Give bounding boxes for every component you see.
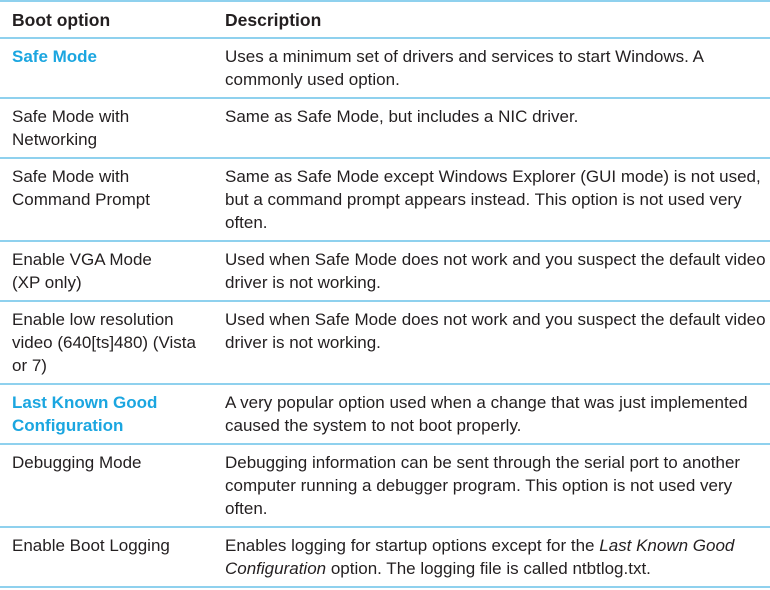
boot-option-safe-mode-command-prompt: Safe Mode with Command Prompt: [12, 167, 150, 209]
boot-option-enable-boot-logging: Enable Boot Logging: [12, 536, 170, 555]
column-header-boot-option: Boot option: [12, 10, 111, 30]
boot-options-table: Boot option Description Safe Mode Uses a…: [0, 0, 770, 588]
description-cell: Same as Safe Mode, but includes a NIC dr…: [225, 107, 579, 126]
description-cell: Enables logging for startup options exce…: [213, 528, 770, 586]
table-row: Safe Mode with Command Prompt Same as Sa…: [0, 159, 770, 242]
table-row: Safe Mode Uses a minimum set of drivers …: [0, 39, 770, 99]
description-cell: Uses a minimum set of drivers and servic…: [225, 47, 704, 89]
boot-option-enable-low-resolution-video: Enable low resolution video (640[ts]480)…: [12, 310, 196, 375]
table-row: Last Known Good Configuration A very pop…: [0, 385, 770, 445]
description-cell: Used when Safe Mode does not work and yo…: [225, 310, 766, 352]
table-row: Enable low resolution video (640[ts]480)…: [0, 302, 770, 385]
description-cell: Used when Safe Mode does not work and yo…: [225, 250, 766, 292]
table-header: Boot option Description: [0, 0, 770, 39]
description-cell: Same as Safe Mode except Windows Explore…: [225, 167, 761, 232]
boot-option-last-known-good-configuration: Last Known Good Configuration: [12, 393, 158, 435]
column-header-description: Description: [225, 10, 322, 30]
description-cell: Debugging information can be sent throug…: [225, 453, 741, 518]
table-row: Safe Mode with Networking Same as Safe M…: [0, 99, 770, 159]
table-row: Enable VGA Mode (XP only) Used when Safe…: [0, 242, 770, 302]
table-row: Enable Boot Logging Enables logging for …: [0, 528, 770, 588]
description-cell: A very popular option used when a change…: [225, 393, 748, 435]
boot-option-enable-vga-mode: Enable VGA Mode (XP only): [12, 250, 152, 292]
table-row: Debugging Mode Debugging information can…: [0, 445, 770, 528]
boot-option-safe-mode: Safe Mode: [12, 47, 98, 66]
description-text-end: option. The logging file is called ntbtl…: [326, 559, 651, 578]
boot-option-safe-mode-networking: Safe Mode with Networking: [12, 107, 130, 149]
description-text-start: Enables logging for startup options exce…: [225, 536, 600, 555]
boot-option-debugging-mode: Debugging Mode: [12, 453, 142, 472]
